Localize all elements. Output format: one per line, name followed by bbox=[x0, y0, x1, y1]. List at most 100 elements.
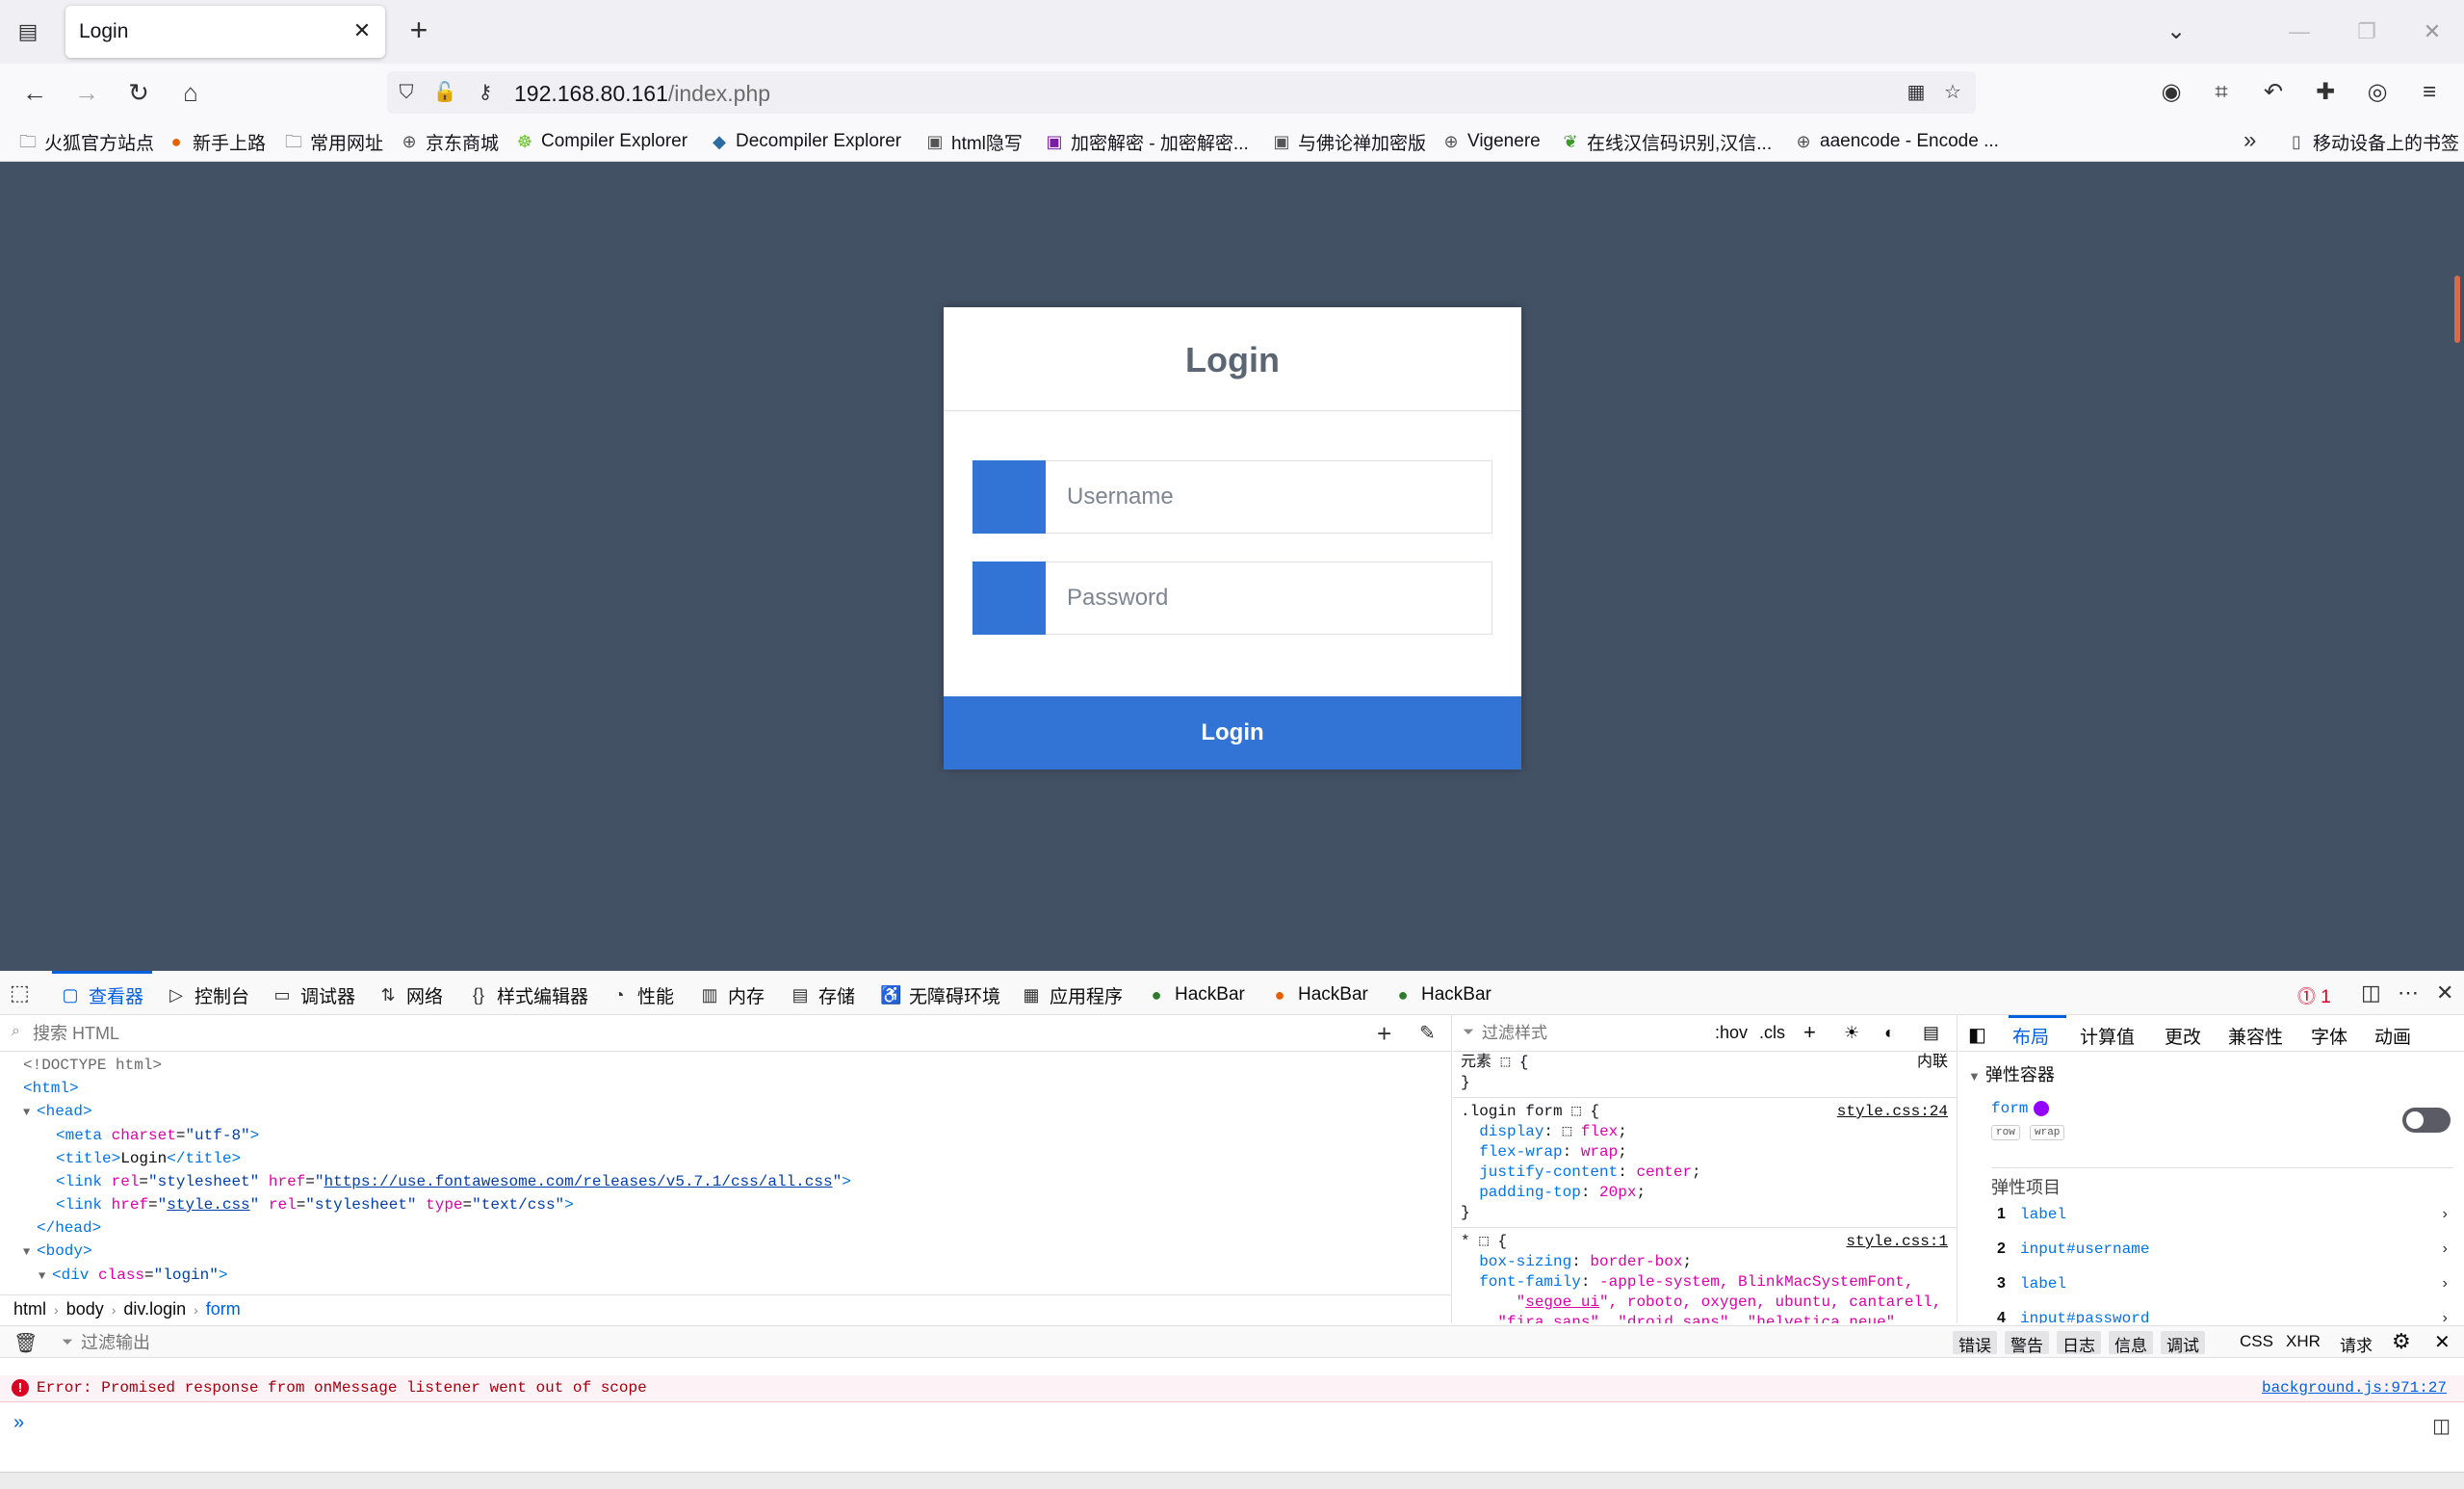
extension-circle-icon[interactable]: ◎ bbox=[2361, 75, 2394, 110]
forward-arrow-icon[interactable]: → bbox=[69, 75, 104, 110]
highlight-color-swatch[interactable] bbox=[2034, 1100, 2050, 1116]
sidebar-toggle-icon[interactable]: ◧ bbox=[1968, 1023, 1986, 1047]
tab-performance[interactable]: ◔ 性能 bbox=[609, 982, 674, 1007]
console-prompt-icon[interactable]: » bbox=[13, 1412, 24, 1434]
tab-hackbar[interactable]: ● HackBar bbox=[1392, 982, 1491, 1007]
scrollbar[interactable] bbox=[2454, 275, 2460, 343]
flex-item[interactable]: 1 label › bbox=[1997, 1206, 2450, 1223]
split-console-icon[interactable]: ◫ bbox=[2432, 1414, 2451, 1438]
tab-compatibility[interactable]: 兼容性 bbox=[2228, 1023, 2283, 1049]
dark-mode-icon[interactable]: ◐ bbox=[1884, 1023, 1895, 1043]
flex-highlight-toggle[interactable] bbox=[2402, 1108, 2451, 1133]
window-close-icon[interactable]: ✕ bbox=[2415, 15, 2450, 48]
bookmark-item[interactable]: ⊕ aaencode - Encode ... bbox=[1793, 129, 1998, 154]
dock-icon[interactable]: ◫ bbox=[2361, 980, 2381, 1006]
css-declaration[interactable]: flex-wrap: wrap; bbox=[1461, 1142, 1957, 1162]
shield-icon[interactable]: ⛉ bbox=[393, 79, 420, 106]
tab-animations[interactable]: 动画 bbox=[2374, 1023, 2411, 1049]
eyedropper-icon[interactable]: ✎ bbox=[1419, 1021, 1436, 1045]
error-count-badge[interactable]: ⓵ 1 bbox=[2297, 982, 2331, 1008]
hamburger-menu-icon[interactable]: ≡ bbox=[2413, 75, 2446, 110]
flex-item[interactable]: 3 label › bbox=[1997, 1275, 2450, 1293]
tab-computed[interactable]: 计算值 bbox=[2080, 1023, 2135, 1049]
insecure-lock-icon[interactable]: 🔓 bbox=[431, 79, 458, 106]
bookmark-item[interactable]: ● 新手上路 bbox=[166, 129, 266, 154]
tab-list-icon[interactable]: ▤ bbox=[13, 17, 42, 46]
tab-memory[interactable]: ▥ 内存 bbox=[699, 982, 765, 1007]
css-declaration[interactable]: padding-top: 20px; bbox=[1461, 1183, 1957, 1203]
bookmark-item[interactable]: ❦ 在线汉信码识别,汉信... bbox=[1560, 129, 1772, 154]
qr-code-icon[interactable]: ▦ bbox=[1903, 79, 1930, 106]
bookmarks-overflow-icon[interactable]: » bbox=[2244, 127, 2256, 154]
breadcrumb-item[interactable]: html bbox=[13, 1299, 46, 1319]
more-options-icon[interactable]: ⋯ bbox=[2398, 980, 2419, 1006]
light-mode-icon[interactable]: ☀ bbox=[1844, 1023, 1859, 1043]
element-picker-icon[interactable]: ⬚ bbox=[10, 980, 30, 1006]
hover-state-button[interactable]: :hov bbox=[1715, 1023, 1748, 1043]
level-logs-toggle[interactable]: 日志 bbox=[2057, 1331, 2101, 1355]
login-button[interactable]: Login bbox=[944, 696, 1521, 770]
reload-icon[interactable]: ↻ bbox=[121, 75, 156, 110]
url-text[interactable]: 192.168.80.161/index.php bbox=[514, 81, 770, 107]
css-declaration[interactable]: "segoe ui", roboto, oxygen, ubuntu, cant… bbox=[1461, 1293, 1957, 1313]
browser-tab[interactable]: Login ✕ bbox=[65, 6, 385, 58]
tree-node[interactable]: <link href="style.css" rel="stylesheet" … bbox=[0, 1193, 1452, 1216]
undo-icon[interactable]: ↶ bbox=[2257, 75, 2290, 110]
tab-application[interactable]: ▦ 应用程序 bbox=[1021, 982, 1123, 1007]
level-info-toggle[interactable]: 信息 bbox=[2109, 1331, 2153, 1355]
console-filter-input[interactable] bbox=[62, 1330, 832, 1355]
star-icon[interactable]: ☆ bbox=[1939, 79, 1966, 106]
mobile-bookmarks[interactable]: ▯ 移动设备上的书签 bbox=[2286, 129, 2459, 154]
bookmark-item[interactable]: ⊕ Vigenere bbox=[1440, 129, 1540, 154]
bookmark-item[interactable]: ◆ Decompiler Explorer bbox=[709, 129, 901, 154]
bookmark-item[interactable]: ⊕ 京东商城 bbox=[399, 129, 499, 154]
home-icon[interactable]: ⌂ bbox=[173, 75, 208, 110]
trash-icon[interactable]: 🗑 bbox=[13, 1331, 38, 1355]
tab-layout[interactable]: 布局 bbox=[2012, 1023, 2049, 1049]
url-bar[interactable]: ⛉ 🔓 ⚷ 192.168.80.161/index.php ▦ ☆ bbox=[387, 71, 1976, 114]
bookmark-item[interactable]: ▣ 与佛论禅加密版 bbox=[1271, 129, 1426, 154]
chevron-down-icon[interactable]: ⌄ bbox=[2161, 17, 2192, 46]
tab-inspector[interactable]: ▢ 查看器 bbox=[60, 982, 143, 1007]
bookmark-item[interactable]: 🗀 火狐官方站点 bbox=[17, 129, 154, 154]
tree-node[interactable]: <title>Login</title> bbox=[0, 1147, 1452, 1170]
close-tab-icon[interactable]: ✕ bbox=[349, 17, 376, 44]
print-media-icon[interactable]: ▤ bbox=[1923, 1023, 1939, 1043]
gear-icon[interactable]: ⚙ bbox=[2392, 1329, 2411, 1354]
classes-button[interactable]: .cls bbox=[1759, 1023, 1785, 1043]
level-debug-toggle[interactable]: 调试 bbox=[2161, 1331, 2205, 1355]
close-devtools-icon[interactable]: ✕ bbox=[2436, 980, 2453, 1006]
bookmark-item[interactable]: ▣ 加密解密 - 加密解密... bbox=[1044, 129, 1248, 154]
css-declaration[interactable]: "fira sans", "droid sans", "helvetica ne… bbox=[1461, 1313, 1957, 1323]
bookmark-item[interactable]: ▣ html隐写 bbox=[924, 129, 1022, 154]
tab-accessibility[interactable]: ♿ 无障碍环境 bbox=[880, 982, 1000, 1007]
requests-messages-toggle[interactable]: 请求 bbox=[2340, 1332, 2373, 1356]
tree-node[interactable]: <!DOCTYPE html> bbox=[0, 1054, 1452, 1077]
flex-container-header[interactable]: ▼ 弹性容器 bbox=[1968, 1061, 2055, 1086]
tab-changes[interactable]: 更改 bbox=[2165, 1023, 2201, 1049]
tab-hackbar[interactable]: ● HackBar bbox=[1146, 982, 1245, 1007]
tab-network[interactable]: ⇅ 网络 bbox=[377, 982, 443, 1007]
rule-source-link[interactable]: style.css:24 bbox=[1837, 1102, 1948, 1122]
tab-hackbar[interactable]: ● HackBar bbox=[1269, 982, 1368, 1007]
tree-node[interactable]: ▼ <head> bbox=[0, 1100, 1452, 1124]
key-icon[interactable]: ⚷ bbox=[472, 79, 499, 106]
tree-node[interactable]: <link rel="stylesheet" href="https://use… bbox=[0, 1170, 1452, 1193]
css-declaration[interactable]: box-sizing: border-box; bbox=[1461, 1252, 1957, 1272]
tree-node[interactable]: <meta charset="utf-8"> bbox=[0, 1124, 1452, 1147]
css-declaration[interactable]: justify-content: center; bbox=[1461, 1162, 1957, 1183]
rules-filter-input[interactable] bbox=[1463, 1021, 1703, 1046]
tree-node[interactable]: ▼ <div class="login"> bbox=[0, 1264, 1452, 1285]
flex-item[interactable]: 2 input#username › bbox=[1997, 1241, 2450, 1258]
rule-selector[interactable]: .login form ⬚ {style.css:24 bbox=[1461, 1102, 1957, 1122]
rule-selector[interactable]: * ⬚ {style.css:1 bbox=[1461, 1232, 1957, 1252]
xhr-messages-toggle[interactable]: XHR bbox=[2286, 1332, 2321, 1351]
flex-container-name[interactable]: form bbox=[1991, 1100, 2050, 1117]
breadcrumb-item[interactable]: body bbox=[66, 1299, 104, 1319]
extensions-icon[interactable]: ✚ bbox=[2309, 75, 2342, 110]
restore-icon[interactable]: ❐ bbox=[2349, 15, 2384, 48]
css-declaration[interactable]: display: ⬚ flex; bbox=[1461, 1122, 1957, 1142]
minimize-icon[interactable]: — bbox=[2282, 15, 2317, 48]
username-input[interactable] bbox=[1046, 460, 1492, 534]
css-declaration[interactable]: font-family: -apple-system, BlinkMacSyst… bbox=[1461, 1272, 1957, 1293]
